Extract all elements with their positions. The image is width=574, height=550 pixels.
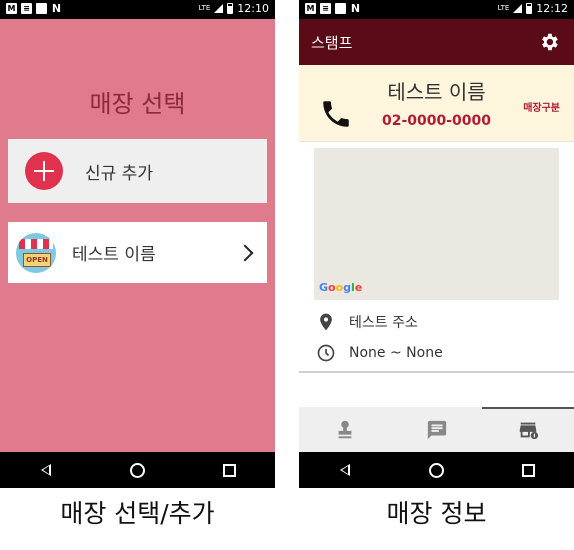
- store-address: 테스트 주소: [349, 315, 418, 331]
- store-open-icon: OPEN: [16, 232, 56, 273]
- n-icon: N: [350, 2, 361, 15]
- network-type: LTE: [198, 4, 211, 12]
- caption-store-select: 매장 선택/추가: [60, 499, 215, 528]
- plus-icon: [25, 152, 63, 190]
- recents-button[interactable]: [508, 463, 548, 477]
- divider: [299, 371, 574, 373]
- page-title: 매장 선택: [89, 90, 186, 118]
- add-store-label: 신규 추가: [85, 163, 153, 184]
- add-store-button[interactable]: 신규 추가: [8, 139, 267, 203]
- location-pin-icon: [320, 313, 332, 331]
- store-type-label: 매장구분: [523, 103, 560, 114]
- status-time: 12:10: [237, 2, 269, 15]
- caption-store-info: 매장 정보: [386, 499, 487, 528]
- back-button[interactable]: [325, 464, 365, 476]
- store-list-item[interactable]: OPEN 테스트 이름: [8, 222, 267, 283]
- clock-icon: [317, 344, 335, 362]
- navigation-bar: [0, 452, 275, 488]
- recents-button[interactable]: [209, 463, 249, 477]
- gear-icon[interactable]: [538, 31, 560, 53]
- back-button[interactable]: [26, 464, 66, 476]
- store-info-screen: M ≡ N LTE 12:12 스탬프 테스트 이름 02-0000-0000 …: [299, 0, 574, 488]
- hours-row: None ~ None: [316, 343, 443, 363]
- gmail-icon: M: [305, 3, 316, 14]
- map-view[interactable]: Google: [314, 148, 559, 300]
- app-title: 스탬프: [311, 34, 353, 52]
- store-tab[interactable]: [482, 407, 574, 452]
- sd-card-icon: [335, 3, 346, 14]
- app-bar: 스탬프: [299, 19, 574, 65]
- stamp-tab[interactable]: [299, 407, 391, 452]
- signal-icon: [214, 4, 224, 13]
- home-button[interactable]: [117, 462, 157, 478]
- bottom-tab-bar: [299, 407, 574, 452]
- store-hours: None ~ None: [349, 345, 443, 361]
- store-info-panel: 테스트 이름 02-0000-0000 매장구분: [299, 65, 574, 141]
- store-name-label: 테스트 이름: [72, 245, 156, 265]
- store-phone-number[interactable]: 02-0000-0000: [299, 113, 574, 129]
- notes-icon: ≡: [320, 3, 331, 14]
- status-bar: M ≡ N LTE 12:10: [0, 0, 275, 19]
- divider: [299, 141, 574, 142]
- google-logo: Google: [319, 281, 363, 294]
- message-tab[interactable]: [391, 407, 483, 452]
- store-info-icon: [519, 422, 539, 439]
- battery-icon: [227, 3, 234, 14]
- store-select-screen: M ≡ N LTE 12:10 매장 선택 신규 추가 OPEN 테스트 이름: [0, 0, 275, 488]
- signal-icon: [513, 4, 523, 13]
- message-icon: [427, 420, 446, 439]
- chevron-right-icon: [236, 244, 254, 261]
- address-row: 테스트 주소: [316, 312, 418, 332]
- home-button[interactable]: [416, 462, 456, 478]
- stamp-icon: [338, 420, 352, 438]
- battery-icon: [526, 3, 533, 14]
- notes-icon: ≡: [21, 3, 32, 14]
- gmail-icon: M: [6, 3, 17, 14]
- network-type: LTE: [497, 4, 510, 12]
- sd-card-icon: [36, 3, 47, 14]
- status-bar: M ≡ N LTE 12:12: [299, 0, 574, 19]
- status-time: 12:12: [536, 2, 568, 15]
- navigation-bar: [299, 452, 574, 488]
- n-icon: N: [51, 2, 62, 15]
